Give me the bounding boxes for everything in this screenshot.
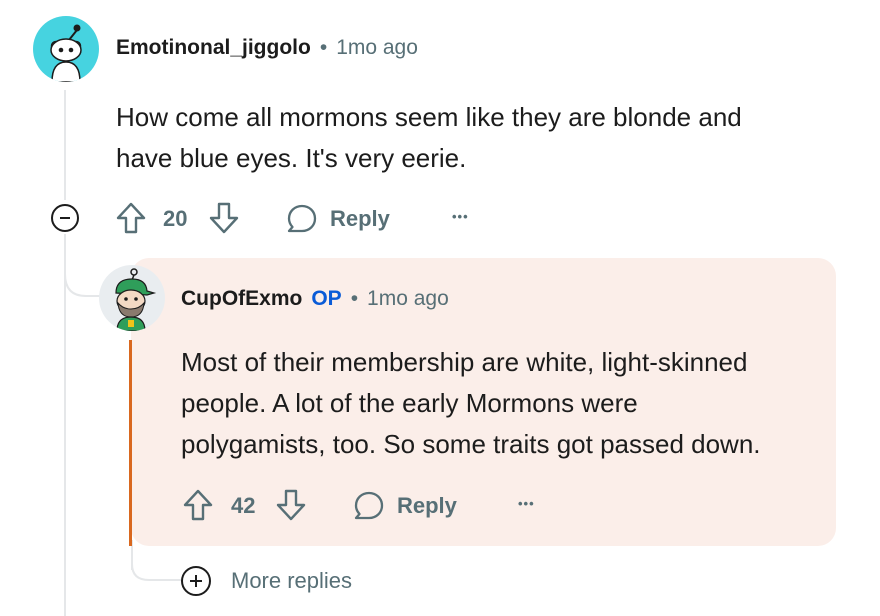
- thread-line-main: [64, 90, 66, 200]
- reply-header: CupOfExmo OP • 1mo ago: [181, 287, 449, 311]
- comment-body-line: have blue eyes. It's very eerie.: [116, 143, 467, 173]
- thread-curve-more: [131, 548, 181, 581]
- comment-timestamp[interactable]: 1mo ago: [336, 36, 418, 60]
- more-replies-link[interactable]: More replies: [231, 568, 352, 594]
- user-avatar[interactable]: [99, 265, 165, 331]
- reply-body-line: people. A lot of the early Mormons were: [181, 388, 638, 418]
- upvote-button[interactable]: [182, 488, 214, 522]
- meta-separator: •: [350, 287, 359, 310]
- more-options-icon: •••: [518, 496, 535, 511]
- downvote-arrow-icon: [276, 489, 306, 521]
- expand-replies-button[interactable]: [181, 566, 211, 596]
- upvote-arrow-icon: [183, 489, 213, 521]
- minus-icon: [60, 217, 70, 219]
- op-indicator-bar: [129, 340, 132, 546]
- reply-label: Reply: [330, 206, 390, 231]
- user-avatar[interactable]: [33, 16, 99, 82]
- more-options-button[interactable]: •••: [452, 209, 469, 224]
- comment-body-line: How come all mormons seem like they are …: [116, 102, 742, 132]
- downvote-button[interactable]: [208, 201, 240, 235]
- upvote-button[interactable]: [115, 201, 147, 235]
- more-options-button[interactable]: •••: [518, 496, 535, 511]
- reply-timestamp[interactable]: 1mo ago: [367, 287, 449, 311]
- upvote-arrow-icon: [116, 202, 146, 234]
- comment-bubble-icon: [354, 491, 384, 520]
- reply-button[interactable]: Reply: [353, 490, 457, 522]
- comment-body: How come all mormons seem like they are …: [116, 97, 742, 179]
- collapse-thread-button[interactable]: [51, 204, 79, 232]
- meta-separator: •: [319, 36, 328, 59]
- comment-username[interactable]: Emotinonal_jiggolo: [116, 36, 311, 60]
- snoo-avatar-icon: [115, 268, 157, 331]
- reply-body-line: Most of their membership are white, ligh…: [181, 347, 748, 377]
- more-options-icon: •••: [452, 209, 469, 224]
- downvote-arrow-icon: [209, 202, 239, 234]
- reply-label: Reply: [397, 493, 457, 518]
- op-badge: OP: [311, 287, 342, 310]
- reply-button[interactable]: Reply: [286, 203, 390, 235]
- plus-icon: [190, 575, 202, 587]
- vote-score: 20: [163, 206, 188, 231]
- reply-body-line: polygamists, too. So some traits got pas…: [181, 429, 761, 459]
- comment-header: Emotinonal_jiggolo • 1mo ago: [116, 36, 418, 60]
- downvote-button[interactable]: [275, 488, 307, 522]
- thread-curve-reply: [64, 234, 102, 297]
- vote-score: 42: [231, 493, 256, 518]
- snoo-avatar-icon: [50, 24, 82, 82]
- comment-bubble-icon: [287, 204, 317, 233]
- reply-username[interactable]: CupOfExmo: [181, 287, 302, 311]
- reply-body: Most of their membership are white, ligh…: [181, 342, 761, 465]
